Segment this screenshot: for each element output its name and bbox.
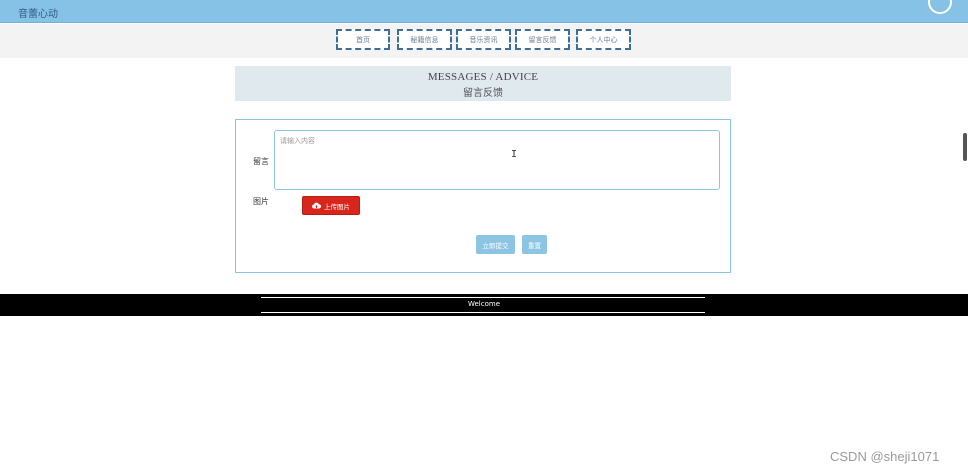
section-title-cn: 留言反馈 [463,88,503,99]
main-nav: 首页 秘籍信息 音乐资讯 留言反馈 个人中心 [0,24,968,58]
reset-button[interactable]: 重置 [522,235,547,254]
scrollbar-thumb[interactable] [963,133,967,161]
nav-item-guides[interactable]: 秘籍信息 [397,29,452,50]
footer-text: Welcome [467,300,501,308]
watermark-text: CSDN @sheji1071 [830,449,940,464]
image-label: 图片 [253,197,269,206]
text-cursor-icon: I [511,149,518,160]
nav-item-home[interactable]: 首页 [336,29,390,50]
feedback-form: 留言 I 图片 上传图片 立即提交 重置 [235,119,731,273]
site-brand[interactable]: 音蕾心动 [18,5,58,20]
nav-item-music-news[interactable]: 音乐资讯 [456,29,511,50]
footer-divider-top [261,297,705,298]
user-avatar-icon[interactable] [928,0,952,14]
nav-item-user-center[interactable]: 个人中心 [576,29,631,50]
upload-image-button[interactable]: 上传图片 [302,196,360,215]
top-header-bar: 音蕾心动 [0,0,968,23]
section-title-en: MESSAGES / ADVICE [427,71,539,83]
message-textarea[interactable] [274,130,720,190]
footer-divider-bottom [261,312,705,313]
section-title-box: MESSAGES / ADVICE 留言反馈 [235,66,731,101]
message-label: 留言 [253,157,269,166]
nav-item-feedback[interactable]: 留言反馈 [515,29,570,50]
upload-button-label: 上传图片 [324,202,350,211]
submit-button[interactable]: 立即提交 [476,235,515,254]
cloud-upload-icon [312,202,321,209]
page-footer: Welcome [0,294,968,316]
